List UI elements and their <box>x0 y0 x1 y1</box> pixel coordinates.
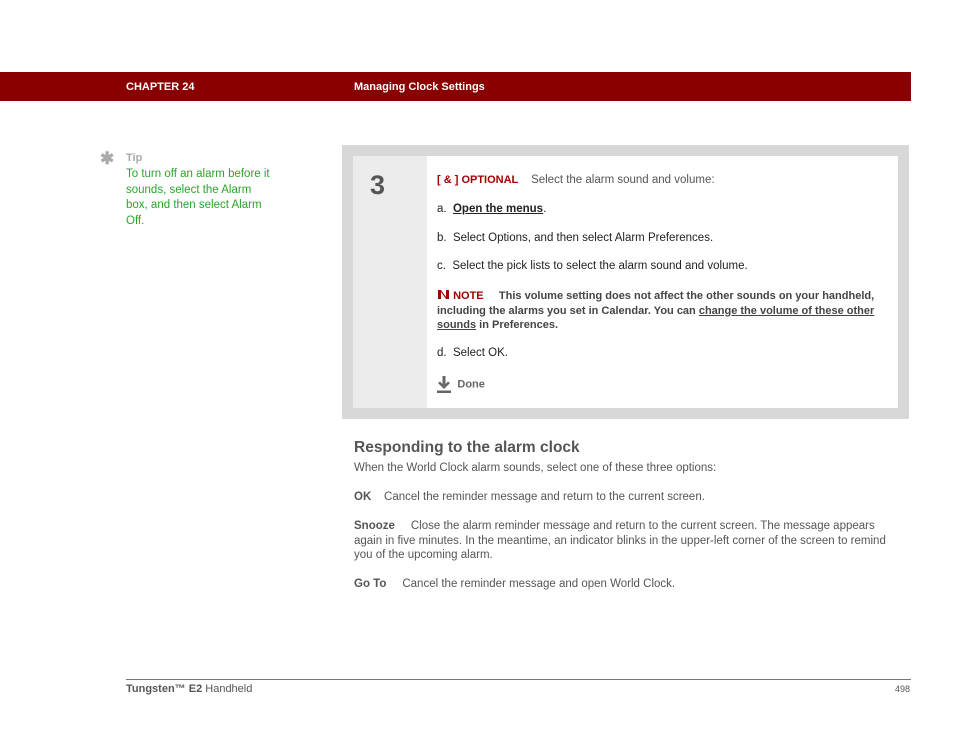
step-number: 3 <box>370 170 386 200</box>
page-number: 498 <box>895 684 911 694</box>
item-prefix: a. <box>437 203 447 215</box>
item-text: Select OK. <box>452 347 508 359</box>
option-desc: Close the alarm reminder message and ret… <box>354 520 886 562</box>
note-text-after: in Preferences. <box>476 319 559 332</box>
optional-marker: [ & ] OPTIONAL <box>437 174 519 186</box>
step-item-b: b. Select Options, and then select Alarm… <box>437 232 713 244</box>
footer-divider <box>126 679 911 680</box>
option-goto: Go To Cancel the reminder message and op… <box>354 577 906 592</box>
step-intro-text: Select the alarm sound and volume: <box>531 174 715 186</box>
footer-product: Tungsten™ E2 Handheld <box>126 683 252 695</box>
step-item-a: a. Open the menus. <box>437 203 546 215</box>
item-text: Select Options, and then select Alarm Pr… <box>452 232 714 244</box>
chapter-title: Managing Clock Settings <box>354 81 485 93</box>
option-term: OK <box>354 491 372 503</box>
product-suffix: Handheld <box>202 683 253 695</box>
item-prefix: b. <box>437 232 447 244</box>
option-term: Snooze <box>354 520 395 532</box>
chapter-header: CHAPTER 24 Managing Clock Settings <box>0 72 911 101</box>
option-desc: Cancel the reminder message and return t… <box>384 491 705 503</box>
item-text: Select the pick lists to select the alar… <box>452 260 748 272</box>
item-prefix: d. <box>437 347 447 359</box>
step-intro: [ & ] OPTIONAL Select the alarm sound an… <box>437 174 715 186</box>
step-item-d: d. Select OK. <box>437 347 508 359</box>
open-menus-link[interactable]: Open the menus <box>453 203 543 215</box>
section-intro: When the World Clock alarm sounds, selec… <box>354 462 717 474</box>
done-label: Done <box>457 378 485 391</box>
step-content: [ & ] OPTIONAL Select the alarm sound an… <box>427 156 898 408</box>
tip-label: Tip <box>126 152 143 164</box>
note-box: NOTE This volume setting does not affect… <box>437 289 892 333</box>
option-ok: OK Cancel the reminder message and retur… <box>354 490 906 505</box>
step-item-c: c. Select the pick lists to select the a… <box>437 260 748 272</box>
item-prefix: c. <box>437 260 446 272</box>
note-label: NOTE <box>453 290 484 302</box>
done-row: Done <box>437 376 485 393</box>
step-number-column: 3 <box>353 156 427 408</box>
section-heading: Responding to the alarm clock <box>354 439 580 456</box>
product-name: Tungsten™ E2 <box>126 683 203 695</box>
step-box: 3 [ & ] OPTIONAL Select the alarm sound … <box>342 145 909 419</box>
chapter-label: CHAPTER 24 <box>126 81 195 93</box>
note-icon <box>438 290 449 299</box>
option-snooze: Snooze Close the alarm reminder message … <box>354 519 906 563</box>
asterisk-icon: ✱ <box>100 149 115 168</box>
option-desc: Cancel the reminder message and open Wor… <box>402 578 676 590</box>
item-suffix: . <box>543 203 547 215</box>
down-arrow-icon <box>437 376 451 393</box>
option-term: Go To <box>354 578 387 590</box>
tip-text: To turn off an alarm before it sounds, s… <box>126 168 270 227</box>
